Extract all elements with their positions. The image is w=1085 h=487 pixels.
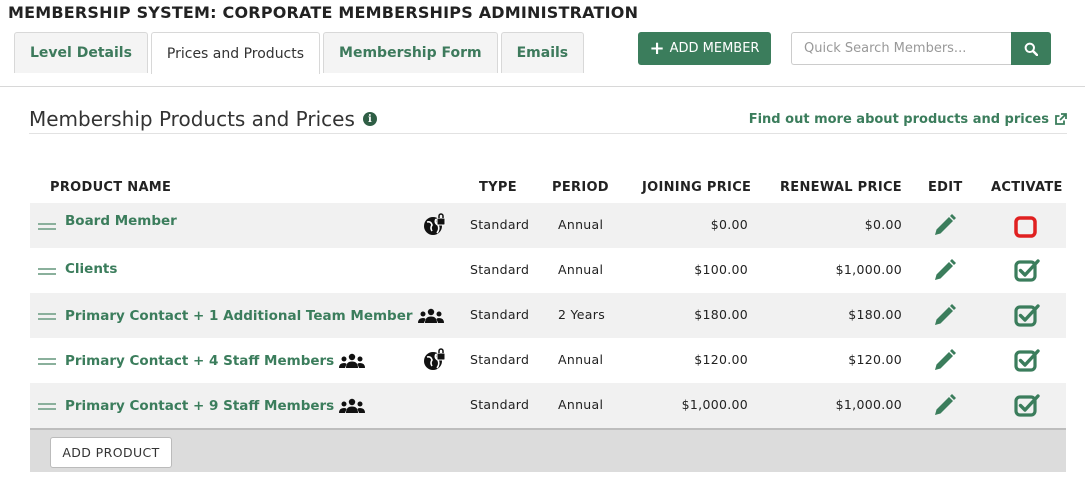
section-heading: Membership Products and Prices i (29, 107, 377, 131)
type-cell: Standard (470, 397, 530, 412)
col-header-activate: ACTIVATE (991, 180, 1063, 195)
renewal-price-cell: $0.00 (864, 217, 902, 232)
period-cell: Annual (558, 397, 604, 412)
period-cell: 2 Years (558, 307, 606, 322)
period-cell: Annual (558, 262, 604, 277)
type-cell: Standard (470, 352, 530, 367)
find-more-link[interactable]: Find out more about products and prices (749, 112, 1067, 127)
renewal-price-cell: $120.00 (848, 352, 902, 367)
search-button[interactable] (1011, 32, 1051, 65)
product-name-link[interactable]: Primary Contact + 4 Staff Members (65, 353, 366, 369)
col-header-type: TYPE (479, 180, 517, 195)
section-title: Membership Products and Prices (29, 107, 355, 131)
type-cell: Standard (470, 307, 530, 322)
joining-price-cell: $180.00 (694, 307, 748, 322)
drag-handle-icon[interactable] (38, 268, 56, 278)
pencil-icon[interactable] (930, 392, 958, 420)
product-name-link[interactable]: Board Member (65, 213, 177, 229)
pencil-icon[interactable] (930, 302, 958, 330)
users-group-icon (339, 398, 366, 413)
users-group-icon (417, 308, 444, 323)
product-name: Primary Contact + 4 Staff Members (65, 353, 335, 369)
joining-price-cell: $100.00 (694, 262, 748, 277)
tab-membership-form[interactable]: Membership Form (323, 32, 498, 73)
product-name-link[interactable]: Primary Contact + 9 Staff Members (65, 398, 366, 414)
col-header-product-name: PRODUCT NAME (50, 180, 172, 195)
renewal-price-cell: $1,000.00 (835, 397, 902, 412)
drag-handle-icon[interactable] (38, 403, 56, 413)
plus-icon: + (649, 37, 665, 59)
joining-price-cell: $120.00 (694, 352, 748, 367)
section-divider (29, 133, 1067, 134)
info-icon[interactable]: i (362, 112, 377, 126)
pencil-icon[interactable] (930, 212, 958, 240)
product-name-link[interactable]: Primary Contact + 1 Additional Team Memb… (65, 308, 444, 324)
drag-handle-icon[interactable] (38, 223, 56, 233)
tabs-divider (0, 86, 1085, 87)
drag-handle-icon[interactable] (38, 358, 56, 368)
tab-emails[interactable]: Emails (500, 32, 585, 73)
product-name-link[interactable]: Clients (65, 261, 117, 277)
pencil-icon[interactable] (930, 257, 958, 285)
col-header-edit: EDIT (928, 180, 963, 195)
col-header-renewal-price: RENEWAL PRICE (780, 180, 902, 195)
table-row: Primary Contact + 1 Additional Team Memb… (30, 293, 1066, 338)
joining-price-cell: $0.00 (710, 217, 748, 232)
checked-box-icon[interactable] (1013, 393, 1041, 419)
product-name: Primary Contact + 1 Additional Team Memb… (65, 308, 413, 324)
col-header-period: PERIOD (552, 180, 609, 195)
globe-lock-icon (424, 213, 446, 235)
globe-lock-icon (424, 348, 446, 370)
search-icon (1024, 42, 1038, 56)
joining-price-cell: $1,000.00 (681, 397, 748, 412)
find-more-label: Find out more about products and prices (748, 112, 1049, 127)
tab-level-details[interactable]: Level Details (14, 32, 148, 73)
table-row: Board Member Standard Annual $0.00 $0.00 (30, 203, 1066, 248)
page-title: MEMBERSHIP SYSTEM: CORPORATE MEMBERSHIPS… (8, 3, 639, 22)
col-header-joining-price: JOINING PRICE (642, 180, 752, 195)
period-cell: Annual (558, 217, 604, 232)
table-row: Primary Contact + 9 Staff Members Standa… (30, 383, 1066, 428)
external-link-icon (1055, 113, 1067, 125)
type-cell: Standard (470, 217, 530, 232)
table-footer: ADD PRODUCT (30, 428, 1066, 472)
pencil-icon[interactable] (930, 347, 958, 375)
checked-box-icon[interactable] (1013, 258, 1041, 284)
table-row: Primary Contact + 4 Staff Members Standa… (30, 338, 1066, 383)
table-row: Clients Standard Annual $100.00 $1,000.0… (30, 248, 1066, 293)
period-cell: Annual (558, 352, 604, 367)
tab-prices-and-products[interactable]: Prices and Products (150, 32, 321, 74)
search-input[interactable] (791, 32, 1012, 65)
checked-box-icon[interactable] (1013, 348, 1041, 374)
product-name: Board Member (65, 213, 177, 229)
tab-bar: Level Details Prices and Products Member… (14, 32, 587, 74)
product-name: Clients (65, 261, 118, 277)
users-group-icon (339, 353, 366, 368)
empty-box-icon[interactable] (1013, 215, 1039, 239)
renewal-price-cell: $1,000.00 (835, 262, 902, 277)
checked-box-icon[interactable] (1013, 303, 1041, 329)
add-product-button[interactable]: ADD PRODUCT (50, 437, 172, 468)
add-member-button[interactable]: + ADD MEMBER (638, 32, 771, 65)
product-name: Primary Contact + 9 Staff Members (65, 398, 335, 414)
drag-handle-icon[interactable] (38, 313, 56, 323)
add-member-label: ADD MEMBER (669, 41, 760, 56)
renewal-price-cell: $180.00 (848, 307, 902, 322)
type-cell: Standard (470, 262, 530, 277)
